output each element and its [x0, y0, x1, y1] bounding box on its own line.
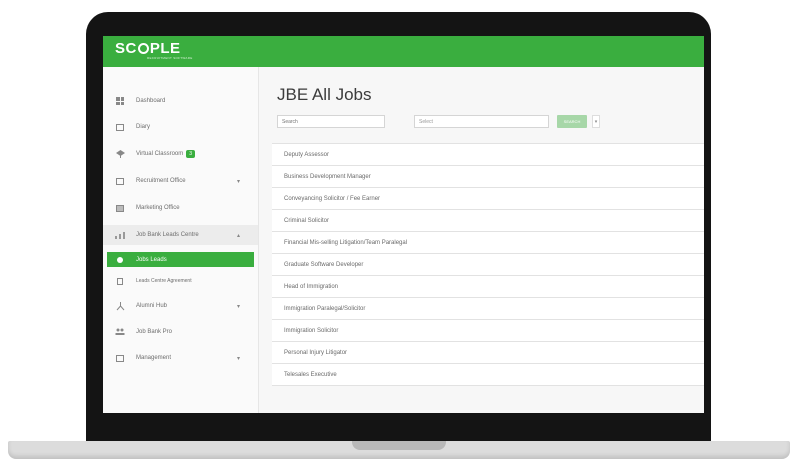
job-row[interactable]: Telesales Executive	[272, 364, 704, 386]
sidebar-item-alumni-hub[interactable]: Alumni Hub ▾	[103, 296, 258, 316]
logo-text-start: SC	[115, 40, 137, 57]
sidebar-item-label: Marketing Office	[136, 205, 180, 211]
search-input[interactable]	[277, 115, 385, 128]
sidebar-item-jobs-leads[interactable]: Jobs Leads	[107, 252, 254, 267]
location-pin-icon	[137, 43, 149, 54]
classroom-icon	[115, 150, 125, 159]
sidebar-item-label: Dashboard	[136, 98, 166, 104]
dot-icon	[115, 255, 125, 264]
job-row[interactable]: Immigration Solicitor	[272, 320, 704, 342]
management-icon	[115, 354, 125, 363]
top-bar: SC PLE RECRUITMENT SOFTWARE	[103, 36, 704, 67]
sidebar-item-dashboard[interactable]: Dashboard	[103, 91, 258, 111]
sidebar-item-label: Management	[136, 355, 172, 361]
sidebar-item-virtual-classroom[interactable]: Virtual Classroom 3	[103, 144, 258, 164]
main-content: JBE All Jobs Select SEARCH ▾ Deputy Asse…	[259, 67, 704, 413]
dashboard-icon	[115, 97, 125, 106]
sidebar-item-leads-centre-agreement[interactable]: Leads Centre Agreement	[103, 271, 258, 291]
job-list: Deputy Assessor Business Development Man…	[272, 143, 704, 386]
leads-icon	[115, 231, 125, 240]
sidebar-item-diary[interactable]: Diary	[103, 117, 258, 137]
sidebar: Dashboard Diary Virtual Classroom 3 Recr…	[103, 67, 259, 413]
dropdown-caret-button[interactable]: ▾	[592, 115, 600, 128]
laptop-notch	[352, 441, 446, 450]
chevron-down-icon: ▾	[237, 178, 241, 185]
chevron-up-icon: ▴	[237, 232, 241, 239]
search-button[interactable]: SEARCH	[557, 115, 587, 128]
logo-subtitle: RECRUITMENT SOFTWARE	[147, 56, 193, 60]
job-row[interactable]: Business Development Manager	[272, 166, 704, 188]
chevron-down-icon: ▾	[237, 355, 241, 362]
job-row[interactable]: Deputy Assessor	[272, 144, 704, 166]
document-icon	[115, 277, 125, 286]
calendar-icon	[115, 123, 125, 132]
notification-badge: 3	[186, 150, 196, 158]
logo[interactable]: SC PLE	[115, 41, 181, 57]
job-row[interactable]: Financial Mis-selling Litigation/Team Pa…	[272, 232, 704, 254]
page-title: JBE All Jobs	[277, 85, 372, 104]
job-row[interactable]: Criminal Solicitor	[272, 210, 704, 232]
chevron-down-icon: ▾	[237, 303, 241, 310]
sidebar-item-marketing-office[interactable]: Marketing Office	[103, 198, 258, 218]
sidebar-item-label: Job Bank Leads Centre	[136, 232, 199, 238]
sidebar-item-label: Job Bank Pro	[136, 329, 173, 335]
sidebar-item-label: Jobs Leads	[136, 256, 167, 263]
sidebar-item-label: Diary	[136, 124, 151, 130]
sidebar-item-label: Virtual Classroom	[136, 151, 184, 157]
sidebar-item-job-bank-leads-centre[interactable]: Job Bank Leads Centre ▴	[103, 225, 258, 245]
sidebar-item-label: Alumni Hub	[136, 303, 168, 309]
logo-text-end: PLE	[149, 40, 181, 57]
job-row[interactable]: Conveyancing Solicitor / Fee Earner	[272, 188, 704, 210]
sidebar-item-management[interactable]: Management ▾	[103, 348, 258, 368]
sidebar-item-recruitment-office[interactable]: Recruitment Office ▾	[103, 171, 258, 191]
filter-select[interactable]: Select	[414, 115, 549, 128]
sidebar-item-label: Leads Centre Agreement	[136, 278, 192, 284]
group-icon	[115, 328, 125, 337]
network-icon	[115, 301, 125, 311]
job-row[interactable]: Graduate Software Developer	[272, 254, 704, 276]
job-row[interactable]: Head of Immigration	[272, 276, 704, 298]
office-icon	[115, 177, 125, 186]
marketing-icon	[115, 204, 125, 213]
sidebar-item-label: Recruitment Office	[136, 178, 186, 184]
app-screen: SC PLE RECRUITMENT SOFTWARE Dashboard Dia…	[103, 36, 704, 413]
sidebar-item-job-bank-pro[interactable]: Job Bank Pro	[103, 322, 258, 342]
job-row[interactable]: Personal Injury Litigator	[272, 342, 704, 364]
job-row[interactable]: Immigration Paralegal/Solicitor	[272, 298, 704, 320]
